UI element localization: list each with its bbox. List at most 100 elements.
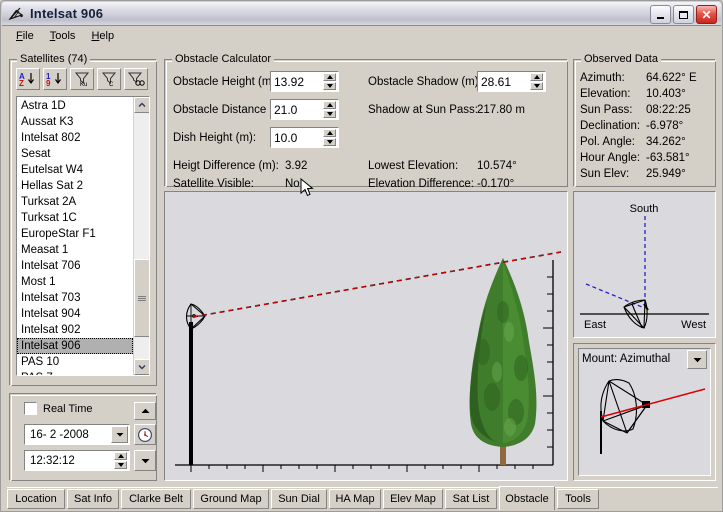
- obstacle-distance-input[interactable]: 21.0: [270, 99, 339, 120]
- dish-height-spin[interactable]: [323, 129, 336, 146]
- satellite-list-item[interactable]: Turksat 1C: [17, 210, 133, 226]
- tab-ha-map[interactable]: HA Map: [329, 489, 381, 509]
- satellite-list-item[interactable]: Most 1: [17, 274, 133, 290]
- scroll-down-button[interactable]: [134, 359, 149, 375]
- satellite-list-item[interactable]: Intelsat 703: [17, 290, 133, 306]
- close-button[interactable]: ✕: [696, 5, 717, 24]
- maximize-button[interactable]: [673, 5, 694, 24]
- compass-view[interactable]: South East West: [573, 191, 716, 338]
- realtime-checkbox[interactable]: [24, 402, 37, 415]
- obstacle-height-spin-up[interactable]: [323, 73, 336, 81]
- tree-graphic: [469, 258, 537, 465]
- obstacle-height-input[interactable]: 13.92: [270, 71, 339, 92]
- clock-button[interactable]: [134, 424, 156, 445]
- sort-alpha-button[interactable]: A Z: [16, 68, 40, 90]
- time-spin-up[interactable]: [114, 452, 127, 460]
- date-dropdown-button[interactable]: [111, 426, 128, 443]
- sort-numeric-button[interactable]: 1 9: [43, 68, 67, 90]
- time-increase-button[interactable]: [134, 402, 156, 420]
- obstacle-height-spin-down[interactable]: [323, 82, 336, 90]
- filter-search-icon: [127, 72, 145, 86]
- menu-tools[interactable]: Tools: [42, 28, 84, 44]
- satellite-list-item[interactable]: Hellas Sat 2: [17, 178, 133, 194]
- realtime-panel: Real Time 16- 2 -2008 12:32:12: [9, 393, 157, 481]
- arrow-up-icon: [141, 408, 149, 413]
- height-difference-label: Heigt Difference (m):: [173, 160, 279, 172]
- date-combo[interactable]: 16- 2 -2008: [24, 424, 130, 445]
- satellite-list-item[interactable]: EuropeStar F1: [17, 226, 133, 242]
- obstacle-shadow-spin[interactable]: [530, 73, 543, 90]
- elevation-difference-label: Elevation Difference:: [368, 178, 474, 190]
- height-difference-value: 3.92: [285, 160, 308, 172]
- obstacle-shadow-input[interactable]: 28.61: [477, 71, 546, 92]
- tab-sat-list[interactable]: Sat List: [445, 489, 497, 509]
- satellite-list-item[interactable]: Intelsat 904: [17, 306, 133, 322]
- observed-row-label: Pol. Angle:: [580, 136, 635, 148]
- satellite-list[interactable]: Astra 1D Aussat K3 Intelsat 802 Sesat Eutels…: [16, 96, 150, 376]
- menu-file[interactable]: File: [8, 28, 42, 44]
- chevron-down-icon: [693, 357, 701, 362]
- obstacle-distance-spin-up[interactable]: [323, 101, 336, 109]
- time-spinbox[interactable]: 12:32:12: [24, 450, 130, 471]
- minimize-button[interactable]: [650, 5, 671, 24]
- observed-row-value: -63.581°: [646, 152, 690, 164]
- satellite-list-item[interactable]: Turksat 2A: [17, 194, 133, 210]
- scroll-thumb[interactable]: [134, 259, 149, 337]
- tab-sat-info[interactable]: Sat Info: [67, 489, 119, 509]
- chevron-up-icon: [138, 102, 146, 107]
- obstacle-distance-spin-down[interactable]: [323, 110, 336, 118]
- observed-row-label: Azimuth:: [580, 72, 625, 84]
- satellite-list-item[interactable]: Aussat K3: [17, 114, 133, 130]
- title-bar[interactable]: Intelsat 906 ✕: [2, 2, 721, 26]
- filter-c-button[interactable]: C: [97, 68, 121, 90]
- mount-dropdown-button[interactable]: [687, 350, 707, 369]
- tab-obstacle[interactable]: Obstacle: [499, 486, 555, 510]
- obstacle-distance-value: 21.0: [274, 102, 298, 117]
- observed-row-value: -6.978°: [646, 120, 684, 132]
- filter-ku-icon: Ku: [74, 72, 90, 87]
- tab-tools[interactable]: Tools: [557, 489, 599, 509]
- observed-row-value: 34.262°: [646, 136, 686, 148]
- time-value: 12:32:12: [30, 454, 75, 467]
- tab-location[interactable]: Location: [7, 489, 65, 509]
- time-spin-down[interactable]: [114, 461, 127, 469]
- satellite-list-item[interactable]: Intelsat 802: [17, 130, 133, 146]
- tab-clarke-belt[interactable]: Clarke Belt: [121, 489, 191, 509]
- dish-height-spin-up[interactable]: [323, 129, 336, 137]
- arrow-down-icon: [326, 140, 333, 144]
- dish-height-input[interactable]: 10.0: [270, 127, 339, 148]
- obstacle-height-spin[interactable]: [323, 73, 336, 90]
- obstacle-shadow-spin-down[interactable]: [530, 82, 543, 90]
- dish-height-spin-down[interactable]: [323, 138, 336, 146]
- satellite-list-item[interactable]: Astra 1D: [17, 98, 133, 114]
- observed-row-value: 10.403°: [646, 88, 686, 100]
- satellite-list-item[interactable]: Measat 1: [17, 242, 133, 258]
- tab-elev-map[interactable]: Elev Map: [383, 489, 443, 509]
- sort-alpha-icon: A Z: [19, 72, 34, 87]
- satellite-list-item[interactable]: Sesat: [17, 146, 133, 162]
- satellite-list-item[interactable]: Intelsat 706: [17, 258, 133, 274]
- satellite-list-scrollbar[interactable]: [133, 97, 149, 375]
- satellite-list-item[interactable]: Eutelsat W4: [17, 162, 133, 178]
- satellite-list-item[interactable]: Intelsat 906: [17, 338, 133, 354]
- dish-pole-graphic: [185, 303, 206, 465]
- satellite-list-item[interactable]: PAS 10: [17, 354, 133, 370]
- filter-ku-button[interactable]: Ku: [70, 68, 94, 90]
- tab-ground-map[interactable]: Ground Map: [193, 489, 269, 509]
- tab-separator: [7, 487, 718, 488]
- satellites-toolbar: A Z 1 9 Ku C: [16, 68, 148, 90]
- time-spin-buttons[interactable]: [114, 452, 127, 469]
- obstacle-distance-spin[interactable]: [323, 101, 336, 118]
- window-title: Intelsat 906: [30, 6, 104, 21]
- menu-help[interactable]: Help: [83, 28, 122, 44]
- obstacle-profile-view[interactable]: [164, 178, 568, 481]
- obstacle-shadow-spin-up[interactable]: [530, 73, 543, 81]
- tab-sun-dial[interactable]: Sun Dial: [271, 489, 327, 509]
- realtime-checkbox-wrap[interactable]: Real Time: [24, 402, 93, 415]
- satellite-list-item[interactable]: Intelsat 902: [17, 322, 133, 338]
- scroll-up-button[interactable]: [134, 97, 149, 113]
- satellite-list-item[interactable]: PAS 7: [17, 370, 133, 375]
- shadow-at-sun-pass-label: Shadow at Sun Pass:: [368, 104, 478, 116]
- filter-search-button[interactable]: [124, 68, 148, 90]
- time-decrease-button[interactable]: [134, 450, 156, 471]
